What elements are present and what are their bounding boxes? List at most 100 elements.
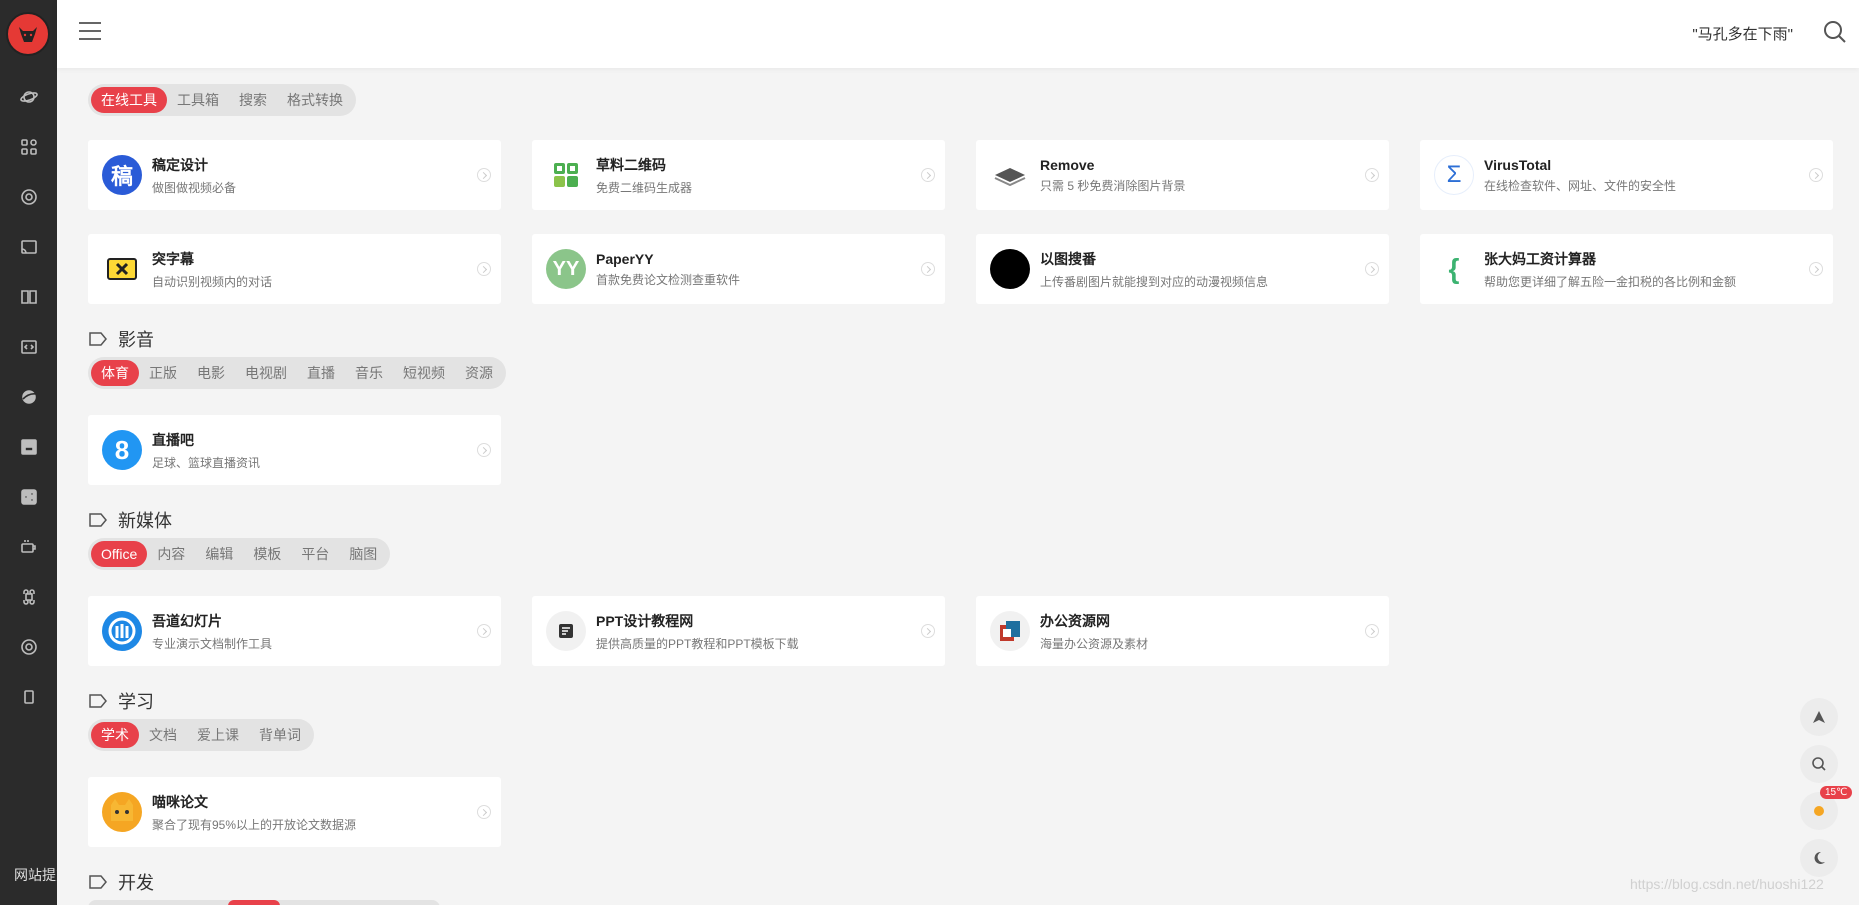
temperature-badge: 15℃ bbox=[1820, 786, 1853, 799]
tab-academic[interactable]: 学术 bbox=[91, 722, 139, 748]
tab-tv[interactable]: 电视剧 bbox=[235, 360, 297, 386]
site-card[interactable]: Remove 只需 5 秒免费消除图片背景 bbox=[976, 140, 1389, 210]
sidebar-item-compass[interactable] bbox=[0, 622, 57, 672]
chevron-right-icon bbox=[1809, 168, 1823, 182]
site-card[interactable]: 突字幕 自动识别视频内的对话 bbox=[88, 234, 501, 304]
card-desc: 海量办公资源及素材 bbox=[1040, 636, 1149, 651]
card-desc: 专业演示文档制作工具 bbox=[152, 636, 273, 651]
site-card[interactable]: 草料二维码免费二维码生成器 bbox=[532, 140, 945, 210]
gaoding-icon: 稿 bbox=[102, 155, 142, 195]
site-card[interactable]: { 张大妈工资计算器 帮助您更详细了解五险一金扣税的各比例和金额 bbox=[1420, 234, 1833, 304]
card-desc: 上传番剧图片就能搜到对应的动漫视频信息 bbox=[1040, 274, 1269, 289]
site-card[interactable]: 稿 稿定设计 做图做视频必备 bbox=[88, 140, 501, 210]
sidebar-item-mobile[interactable] bbox=[0, 672, 57, 722]
tab-office[interactable]: Office bbox=[91, 541, 148, 567]
card-desc: 只需 5 秒免费消除图片背景 bbox=[1040, 178, 1186, 193]
chevron-right-icon bbox=[477, 168, 491, 182]
site-card[interactable]: 吾道幻灯片专业演示文档制作工具 bbox=[88, 596, 501, 666]
sun-icon bbox=[1814, 806, 1824, 816]
tab-live[interactable]: 直播 bbox=[297, 360, 345, 386]
globe-icon bbox=[21, 390, 36, 404]
chevron-right-icon bbox=[1365, 624, 1379, 638]
chevron-right-icon bbox=[1365, 168, 1379, 182]
tag-icon bbox=[89, 332, 107, 346]
back-to-top-button[interactable] bbox=[1800, 698, 1838, 736]
card-title: 草料二维码 bbox=[596, 156, 666, 173]
tab-search[interactable]: 搜索 bbox=[229, 87, 277, 113]
ppt-icon bbox=[546, 611, 586, 651]
tab-movies[interactable]: 电影 bbox=[187, 360, 235, 386]
site-card[interactable]: PPT设计教程网 提供高质量的PPT教程和PPT模板下载 bbox=[532, 596, 945, 666]
sidebar-item-target[interactable] bbox=[0, 172, 57, 222]
card-desc: 免费二维码生成器 bbox=[596, 180, 693, 195]
tab-resources[interactable]: 资源 bbox=[455, 360, 503, 386]
site-card[interactable]: 办公资源网海量办公资源及素材 bbox=[976, 596, 1389, 666]
tab-mindmap[interactable]: 脑图 bbox=[339, 541, 387, 567]
tab-online-tools[interactable]: 在线工具 bbox=[91, 87, 167, 113]
sidebar-item-apps[interactable] bbox=[0, 122, 57, 172]
sidebar-item-coffee[interactable] bbox=[0, 522, 57, 572]
sidebar-item-dev[interactable] bbox=[0, 322, 57, 372]
card-title: 直播吧 bbox=[152, 431, 194, 448]
chevron-right-icon bbox=[477, 624, 491, 638]
tag-icon bbox=[89, 875, 107, 889]
tabs-dev-partial bbox=[88, 900, 440, 905]
dark-mode-button[interactable] bbox=[1800, 839, 1838, 877]
salary-icon: { bbox=[1434, 249, 1474, 289]
card-desc: 聚合了现有95%以上的开放论文数据源 bbox=[152, 817, 357, 832]
chevron-right-icon bbox=[477, 262, 491, 276]
tab-short-video[interactable]: 短视频 bbox=[393, 360, 455, 386]
arrow-up-icon bbox=[1813, 711, 1825, 723]
share-icon bbox=[20, 489, 37, 505]
section-title-new-media: 新媒体 bbox=[88, 507, 172, 533]
tab-template[interactable]: 模板 bbox=[243, 541, 291, 567]
chevron-right-icon bbox=[1809, 262, 1823, 276]
sidebar-item-tools[interactable] bbox=[0, 72, 57, 122]
tab-content[interactable]: 内容 bbox=[147, 541, 195, 567]
card-title: 办公资源网 bbox=[1040, 612, 1110, 629]
submit-site-link[interactable]: 网站提交 bbox=[14, 865, 57, 885]
target-icon bbox=[20, 189, 37, 205]
site-card[interactable]: Σ VirusTotal 在线检查软件、网址、文件的安全性 bbox=[1420, 140, 1833, 210]
bull-logo-icon bbox=[19, 27, 37, 42]
site-card[interactable]: 喵咪论文 聚合了现有95%以上的开放论文数据源 bbox=[88, 777, 501, 847]
sidebar-item-archive[interactable] bbox=[0, 422, 57, 472]
tab-course[interactable]: 爱上课 bbox=[187, 722, 249, 748]
tag-icon bbox=[89, 694, 107, 708]
tabs-study: 学术 文档 爱上课 背单词 bbox=[88, 719, 314, 751]
card-title: PPT设计教程网 bbox=[596, 612, 694, 629]
sidebar-item-share[interactable] bbox=[0, 472, 57, 522]
card-desc: 首款免费论文检测查重软件 bbox=[596, 272, 741, 287]
card-title: 以图搜番 bbox=[1040, 250, 1096, 267]
sidebar-item-browser[interactable] bbox=[0, 372, 57, 422]
archive-icon bbox=[20, 439, 37, 455]
tab-vocabulary[interactable]: 背单词 bbox=[249, 722, 311, 748]
sidebar-item-reading[interactable] bbox=[0, 272, 57, 322]
sidebar-item-command[interactable] bbox=[0, 572, 57, 622]
site-card[interactable]: 以图搜番上传番剧图片就能搜到对应的动漫视频信息 bbox=[976, 234, 1389, 304]
card-desc: 足球、篮球直播资讯 bbox=[152, 455, 261, 470]
moon-icon bbox=[1814, 851, 1825, 864]
sidebar-item-media[interactable] bbox=[0, 222, 57, 272]
site-card[interactable]: YY PaperYY 首款免费论文检测查重软件 bbox=[532, 234, 945, 304]
card-desc: 做图做视频必备 bbox=[152, 180, 237, 195]
chevron-right-icon bbox=[921, 624, 935, 638]
tab-toolbox[interactable]: 工具箱 bbox=[167, 87, 229, 113]
tab-official[interactable]: 正版 bbox=[139, 360, 187, 386]
remove-icon bbox=[990, 155, 1030, 195]
search-icon[interactable] bbox=[1823, 20, 1847, 49]
tab-music[interactable]: 音乐 bbox=[345, 360, 393, 386]
tab-platform[interactable]: 平台 bbox=[291, 541, 339, 567]
menu-toggle-icon[interactable] bbox=[79, 22, 101, 42]
card-title: 吾道幻灯片 bbox=[152, 612, 222, 629]
tab-edit[interactable]: 编辑 bbox=[195, 541, 243, 567]
header-quote: "马孔多在下雨" bbox=[1692, 26, 1793, 43]
tab-sports[interactable]: 体育 bbox=[91, 360, 139, 386]
site-card[interactable]: 8 直播吧 足球、篮球直播资讯 bbox=[88, 415, 501, 485]
tab-format-convert[interactable]: 格式转换 bbox=[277, 87, 353, 113]
float-search-button[interactable] bbox=[1800, 745, 1838, 783]
chevron-right-icon bbox=[477, 443, 491, 457]
site-logo[interactable] bbox=[6, 12, 50, 56]
chevron-right-icon bbox=[1365, 262, 1379, 276]
tab-documents[interactable]: 文档 bbox=[139, 722, 187, 748]
